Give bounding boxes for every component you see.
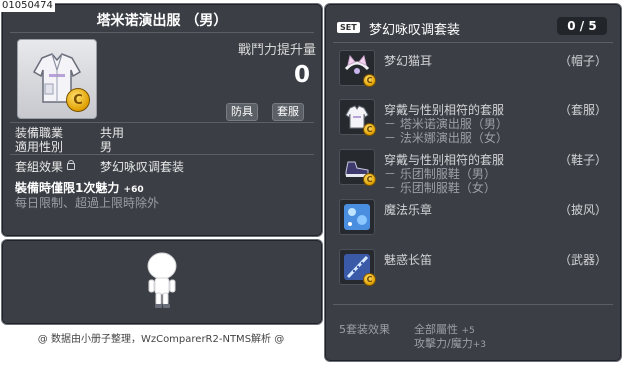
outfit-icon: C — [339, 99, 376, 136]
gold-coin-icon: C — [363, 273, 376, 286]
shoes-icon: C — [339, 149, 376, 186]
set-info-panel: SET 梦幻咏叹调套装 0 / 5 C 梦幻猫耳 （帽子） C 穿戴与性别相符的… — [324, 3, 622, 362]
set-effect-label: 套組效果 — [15, 160, 64, 174]
tag-overall[interactable]: 套服 — [272, 103, 304, 121]
cat-ears-icon: C — [339, 50, 376, 87]
set-effect-value: 梦幻咏叹调套装 — [100, 160, 185, 174]
tag-armor[interactable]: 防具 — [226, 103, 258, 121]
set-count: 0 / 5 — [557, 17, 607, 35]
set-header-divider — [333, 42, 613, 43]
flute-icon: C — [339, 249, 376, 286]
set-item-name: 魅惑长笛 — [384, 253, 433, 267]
gold-coin-icon: C — [66, 88, 90, 112]
title-divider — [10, 32, 314, 33]
set-effect-count-label: 5套装效果 — [339, 323, 390, 336]
set-effect-value: +3 — [472, 340, 486, 350]
set-effect-line: 攻擊力/魔力+3 — [414, 335, 486, 351]
cape-icon — [339, 199, 375, 235]
info-divider — [10, 122, 314, 123]
set-item-type: （套服） — [558, 103, 607, 117]
footer-credit: @ 数据由小册子整理，WzComparerR2-NTMS解析 @ — [37, 334, 285, 345]
item-info-panel: 塔米诺演出服 （男） C 戰鬥力提升量 0 防具 套服 装備職業 共用 適用性別… — [1, 3, 323, 237]
limit-text: 裝備時僅限1次魅力 — [15, 181, 120, 195]
gender-label: 適用性別 — [15, 140, 64, 154]
set-item-type: （鞋子） — [558, 153, 607, 167]
limit-note: 每日限制、超過上限時除外 — [15, 196, 160, 210]
gender-value: 男 — [100, 140, 113, 154]
set-name: 梦幻咏叹调套装 — [369, 23, 461, 38]
lock-icon — [67, 160, 76, 170]
set-badge: SET — [337, 22, 360, 33]
power-value: 0 — [294, 62, 311, 88]
item-icon-box: C — [17, 39, 97, 119]
effect-divider — [333, 304, 613, 305]
set-item-type: （帽子） — [558, 54, 607, 68]
set-effect-row: 套組效果 — [15, 158, 76, 175]
item-title: 塔米诺演出服 （男） — [96, 13, 228, 29]
gold-coin-icon: C — [363, 74, 376, 87]
set-effect-text: 攻擊力/魔力 — [414, 337, 473, 350]
set-item-type: （武器） — [558, 253, 607, 267]
set-item-name: 魔法乐章 — [384, 203, 433, 217]
power-label: 戰鬥力提升量 — [238, 43, 317, 58]
set-item-sub: － 乐团制服鞋（女） — [384, 181, 496, 195]
set-item-type: （披风） — [558, 203, 607, 217]
gold-coin-icon: C — [363, 123, 376, 136]
character-avatar — [147, 252, 177, 308]
set-item-name: 梦幻猫耳 — [384, 54, 433, 68]
set-item-sub: － 法米娜演出服（女） — [384, 131, 508, 145]
gold-coin-icon: C — [363, 173, 376, 186]
item-code: 01050474 — [0, 0, 55, 12]
set-divider — [10, 154, 314, 155]
